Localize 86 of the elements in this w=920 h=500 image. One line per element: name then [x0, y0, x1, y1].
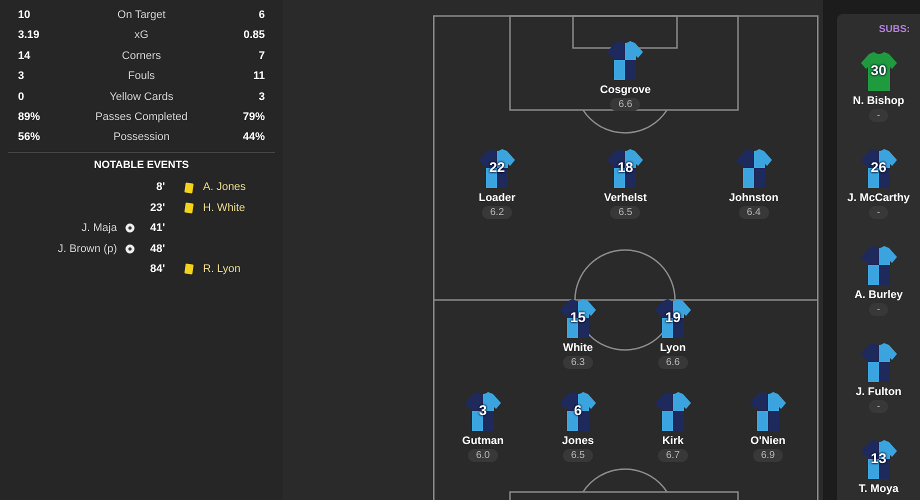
- player-rating: 6.5: [562, 449, 593, 462]
- home-stat-value: 89%: [18, 110, 42, 125]
- away-stat-value: 79%: [242, 110, 265, 125]
- player-rating: 6.7: [658, 449, 688, 462]
- goalkeeper-shirt-icon: [858, 51, 899, 92]
- player-name: Jones: [562, 434, 594, 448]
- stat-label: Possession: [112, 130, 171, 146]
- shirt-icon: [558, 391, 598, 432]
- away-stat-value: 6: [258, 8, 265, 23]
- player-name: Kirk: [662, 434, 684, 448]
- shirt-icon: [652, 298, 693, 339]
- stat-label: xG: [133, 28, 150, 44]
- shirt-icon: [477, 148, 518, 189]
- shirt-icon: [734, 148, 774, 189]
- event-minute: 23': [149, 200, 165, 216]
- event-minute: 8': [155, 180, 165, 196]
- shirt-icon: [858, 148, 899, 189]
- player-name: Cosgrove: [600, 83, 651, 97]
- event-minute: 48': [149, 242, 165, 257]
- shirt-icon: [605, 40, 646, 81]
- scorer-name: J. Maja: [82, 221, 117, 236]
- section-title: NOTABLE EVENTS: [94, 158, 189, 171]
- shirt-icon: [462, 391, 503, 432]
- player-name: Verhelst: [604, 191, 647, 205]
- booked-player-name: R. Lyon: [203, 262, 241, 277]
- stat-label: Passes Completed: [94, 110, 189, 125]
- player-name: A. Burley: [854, 288, 903, 302]
- player-name: Lyon: [660, 341, 686, 355]
- player-name: Loader: [478, 191, 516, 205]
- player-rating: 6.9: [752, 449, 783, 462]
- player-rating: 6.0: [468, 449, 498, 462]
- shirt-icon: [748, 391, 788, 432]
- ball-icon: [125, 223, 135, 234]
- scorer-name: J. Brown (p): [58, 242, 117, 257]
- event-minute: 41': [149, 221, 165, 236]
- shirt-icon: [858, 245, 899, 286]
- player-rating: 6.5: [610, 206, 640, 219]
- event-minute: 84': [149, 262, 165, 277]
- shirt-icon: [605, 148, 646, 189]
- player-rating: 6.6: [658, 356, 688, 369]
- player-rating: -: [868, 109, 888, 122]
- stat-label: Corners: [120, 48, 162, 64]
- home-stat-value: 3.19: [18, 28, 40, 44]
- home-stat-value: 10: [18, 8, 32, 23]
- player-name: O'Nien: [750, 434, 786, 448]
- player-rating: 6.4: [738, 206, 769, 219]
- away-stat-value: 0.85: [242, 28, 265, 44]
- player-name: White: [562, 341, 593, 355]
- home-stat-value: 56%: [18, 130, 42, 146]
- player-rating: 6.2: [482, 206, 512, 219]
- booking-card-icon: [184, 264, 194, 275]
- shirt-number: 6: [574, 403, 582, 417]
- shirt-icon: [558, 298, 598, 339]
- home-stat-value: 14: [18, 48, 32, 64]
- shirt-number: 30: [870, 63, 886, 77]
- shirt-icon: [652, 391, 693, 432]
- shirt-number: 22: [489, 160, 505, 174]
- player-rating: -: [868, 303, 888, 316]
- player-rating: -: [868, 400, 888, 413]
- shirt-number: 3: [479, 403, 487, 417]
- away-stat-value: 7: [258, 48, 265, 64]
- away-stat-value: 44%: [242, 130, 265, 146]
- player-name: Gutman: [462, 434, 504, 448]
- player-rating: -: [868, 206, 888, 219]
- subs-title: SUBS:: [878, 23, 910, 37]
- shirt-icon: [858, 439, 899, 480]
- booking-card-icon: [184, 202, 194, 214]
- home-stat-value: 0: [18, 90, 26, 104]
- player-name: J. Fulton: [856, 385, 902, 399]
- shirt-icon: [858, 342, 899, 383]
- player-name: N. Bishop: [852, 94, 904, 108]
- player-rating: 6.6: [610, 98, 640, 111]
- player-rating: 6.3: [562, 356, 593, 369]
- home-stat-value: 3: [18, 69, 26, 84]
- player-name: Johnston: [728, 191, 778, 205]
- stat-label: Fouls: [127, 69, 156, 84]
- booked-player-name: H. White: [203, 200, 246, 216]
- player-name: T. Moya: [858, 482, 898, 496]
- stat-label: On Target: [116, 8, 167, 23]
- away-stat-value: 11: [252, 69, 265, 84]
- player-name: J. McCarthy: [847, 191, 910, 205]
- stat-label: Yellow Cards: [108, 90, 174, 104]
- ball-icon: [125, 244, 135, 254]
- booked-player-name: A. Jones: [203, 180, 246, 196]
- away-stat-value: 3: [258, 90, 265, 104]
- booking-card-icon: [184, 182, 194, 194]
